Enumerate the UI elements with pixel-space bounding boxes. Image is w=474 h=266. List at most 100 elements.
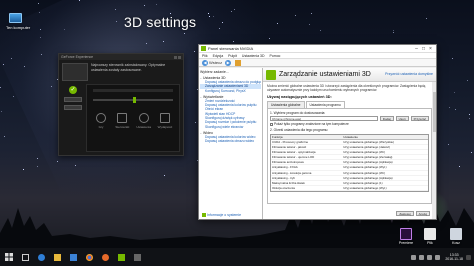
- forward-arrow-icon: ▶: [225, 59, 232, 66]
- show-only-found-checkbox[interactable]: Pokaż tylko programy znalezione na tym k…: [270, 122, 429, 126]
- tree-item[interactable]: Konfiguruj Surround, PhysX: [200, 89, 261, 93]
- restore-button[interactable]: Przywróć: [410, 116, 429, 121]
- setting-cell[interactable]: Użyj ustawienia globalnego (Aplikacja): [343, 176, 428, 180]
- close-button[interactable]: [178, 55, 181, 59]
- quality-slider[interactable]: [93, 97, 173, 103]
- add-button[interactable]: Dodaj: [379, 116, 394, 121]
- star: [40, 37, 41, 38]
- setting-cell[interactable]: Użyj ustawienia globalnego (Wł.): [343, 150, 428, 154]
- desktop-icon-recycle-bin[interactable]: Kosz: [446, 228, 466, 245]
- star: [452, 58, 453, 59]
- setting-cell[interactable]: Użyj ustawienia globalnego (Zezwalaj): [343, 155, 428, 159]
- desktop-icon-label: Ten komputer: [6, 25, 31, 30]
- star: [469, 118, 470, 119]
- clock[interactable]: 13:33 2016-11-18: [445, 253, 463, 262]
- geforce-experience-window: GeForce Experience Najnowszy sterownik z…: [58, 53, 184, 156]
- star: [459, 166, 460, 167]
- premiere-icon: [400, 228, 412, 240]
- setting-cell[interactable]: Użyj ustawienia globalnego (Wył.): [343, 165, 428, 169]
- forward-button[interactable]: ▶: [225, 59, 232, 66]
- star: [311, 13, 312, 14]
- grid-label: 2. Określ ustawienia dla tego programu:: [270, 128, 329, 132]
- program-dropdown[interactable]: Chrome (chrome.exe): [270, 116, 378, 121]
- star: [64, 29, 65, 30]
- gfe-tile-settings[interactable]: Ustawienia: [136, 113, 152, 129]
- minimize-button[interactable]: [174, 55, 177, 59]
- apply-button[interactable]: Zastosuj: [396, 211, 414, 216]
- star: [51, 86, 52, 87]
- tree-header: Wybierz zadanie...: [200, 70, 229, 74]
- task-view-button[interactable]: [19, 251, 31, 263]
- star: [213, 16, 214, 17]
- setting-cell[interactable]: Użyj ustawienia globalnego (Wył.): [343, 186, 428, 190]
- tab-program-settings[interactable]: Ustawienia programu: [305, 101, 345, 108]
- setting-cell[interactable]: Użyj ustawienia globalnego (Wszystkie): [343, 140, 428, 144]
- star: [40, 29, 41, 30]
- star: [231, 11, 232, 12]
- feature-cell: CUDA - Procesory graficzne: [272, 140, 309, 144]
- taskbar-app[interactable]: [131, 251, 143, 263]
- start-button[interactable]: [3, 251, 15, 263]
- gfe-side-button-2[interactable]: [64, 105, 82, 110]
- desktop-icon-file[interactable]: Plik: [420, 228, 440, 245]
- keyboard-icon[interactable]: [435, 254, 441, 260]
- taskbar-firefox[interactable]: [99, 251, 111, 263]
- star: [194, 51, 195, 52]
- tab-global-settings[interactable]: Ustawienia globalne: [267, 101, 305, 108]
- gfe-side-button-1[interactable]: [64, 97, 82, 102]
- menu-3d-settings[interactable]: Ustawienia 3D: [242, 54, 265, 58]
- desktop-icon-premiere[interactable]: Premiere: [396, 228, 416, 245]
- star: [163, 41, 164, 42]
- gfe-tile-games[interactable]: Gry: [93, 113, 109, 129]
- notification-icon[interactable]: [466, 254, 471, 260]
- back-button[interactable]: ◀ Wstecz: [202, 59, 222, 66]
- star: [23, 169, 24, 170]
- system-info-link[interactable]: Informacje o systemie: [202, 213, 241, 217]
- gfe-tile-performance[interactable]: Wydajność: [157, 113, 173, 129]
- file-icon: [424, 228, 436, 240]
- menu-edit[interactable]: Edycja: [213, 54, 224, 58]
- menu-desktop[interactable]: Pulpit: [228, 54, 237, 58]
- volume-icon[interactable]: [427, 254, 433, 260]
- tree-item[interactable]: Dopasuj ustawienia obrazu wideo: [200, 139, 261, 143]
- gear-icon: [138, 113, 149, 123]
- tree-item[interactable]: Skonfiguruj wiele ekranów: [200, 125, 261, 129]
- gamepad-icon: [96, 113, 106, 123]
- taskbar-chrome[interactable]: [83, 251, 95, 263]
- menu-help[interactable]: Pomoc: [270, 54, 281, 58]
- cancel-button[interactable]: Anuluj: [415, 211, 430, 216]
- setting-cell[interactable]: Użyj ustawienia globalnego (Aplikacja): [343, 160, 428, 164]
- network-icon[interactable]: [419, 254, 425, 260]
- taskbar-nvidia[interactable]: [115, 251, 127, 263]
- gfe-title: GeForce Experience: [61, 55, 94, 59]
- checkbox-box[interactable]: [270, 122, 273, 126]
- scrollbar-thumb[interactable]: [432, 92, 436, 132]
- close-button[interactable]: ×: [427, 45, 434, 53]
- gfe-tile-drivers[interactable]: Sterowniki: [114, 113, 130, 129]
- vertical-scrollbar[interactable]: [432, 82, 436, 219]
- star: [79, 0, 80, 1]
- taskbar-store[interactable]: [67, 251, 79, 263]
- maximize-button[interactable]: □: [420, 45, 427, 53]
- setting-cell[interactable]: Użyj ustawienia globalnego (Jakość): [343, 145, 428, 149]
- menu-file[interactable]: Plik: [202, 54, 208, 58]
- star: [467, 80, 468, 81]
- this-pc-desktop-icon[interactable]: Ten komputer: [6, 13, 31, 30]
- setting-cell[interactable]: Użyj ustawienia globalnego (Wył.): [343, 191, 428, 192]
- setting-cell[interactable]: Użyj ustawienia globalnego (Wł.): [343, 171, 428, 175]
- restore-defaults-link[interactable]: Przywróć ustawienia domyślne: [385, 72, 433, 76]
- chevron-up-icon[interactable]: [411, 254, 417, 260]
- star: [38, 3, 39, 4]
- feature-cell: Filtrowanie anizotropowe: [272, 160, 304, 165]
- taskbar-edge[interactable]: [35, 251, 47, 263]
- star: [309, 24, 310, 25]
- home-button[interactable]: [235, 59, 242, 66]
- page-title: Zarządzanie ustawieniami 3D: [279, 71, 371, 78]
- table-row[interactable]: Potrójne buforowanieUżyj ustawienia glob…: [271, 191, 428, 192]
- setting-cell[interactable]: Użyj ustawienia globalnego (1): [343, 181, 428, 185]
- minimize-button[interactable]: –: [413, 45, 420, 53]
- star: [11, 58, 12, 59]
- taskbar-explorer[interactable]: [51, 251, 63, 263]
- remove-button[interactable]: Usuń: [395, 116, 409, 121]
- slider-knob[interactable]: [133, 97, 136, 103]
